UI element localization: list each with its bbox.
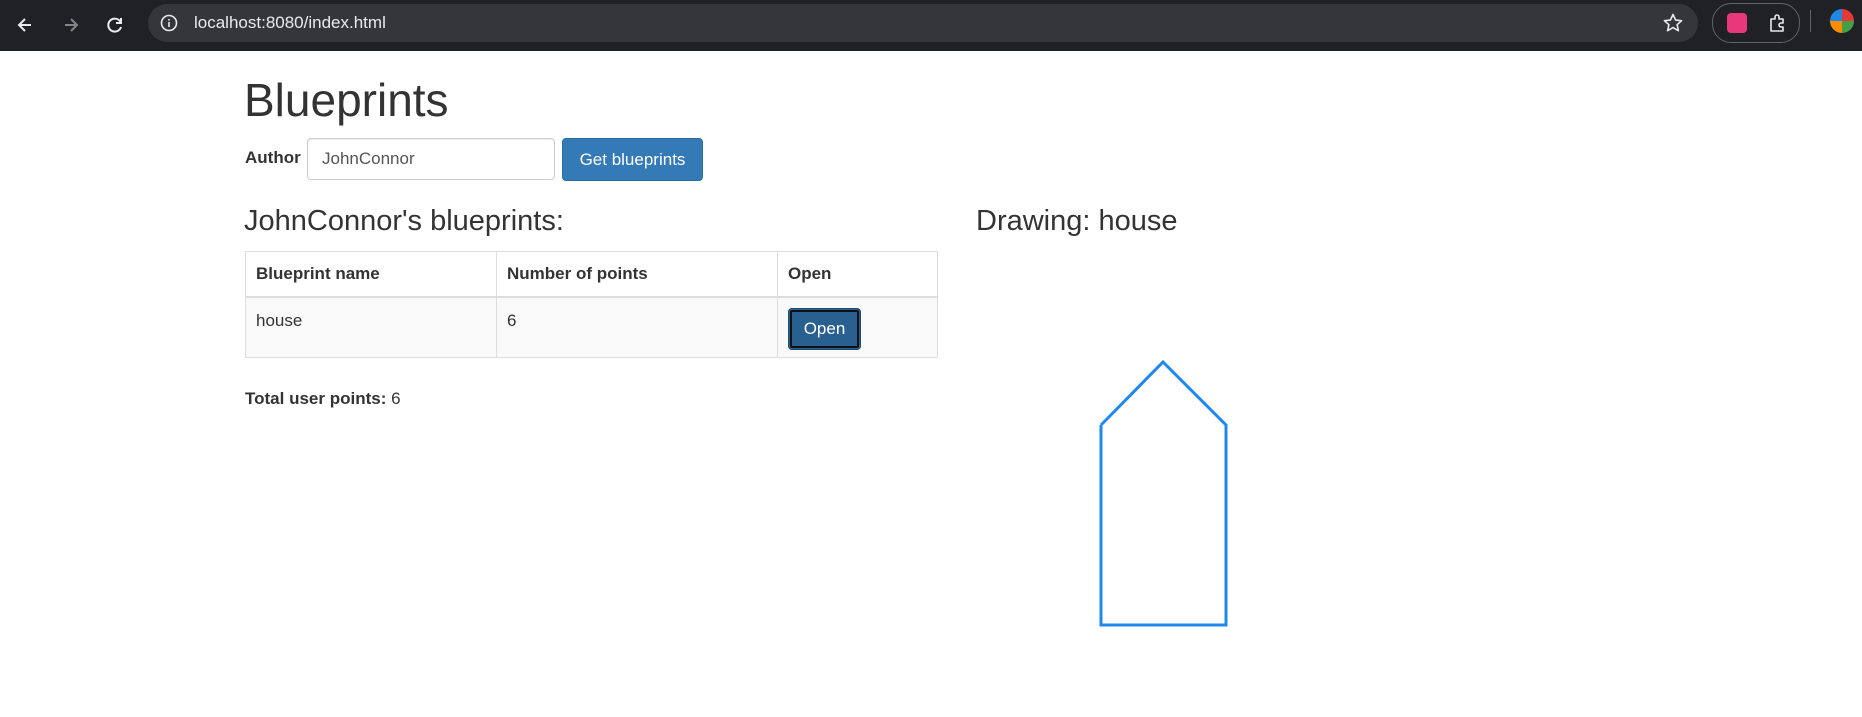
extensions-puzzle-icon[interactable] bbox=[1767, 12, 1789, 39]
address-bar[interactable]: localhost:8080/index.html bbox=[148, 4, 1698, 42]
translate-extension-icon[interactable] bbox=[1727, 13, 1747, 33]
column-header-points: Number of points bbox=[496, 251, 778, 298]
blueprint-canvas[interactable] bbox=[976, 255, 1556, 695]
back-arrow-icon[interactable] bbox=[8, 8, 42, 42]
column-header-name: Blueprint name bbox=[245, 251, 497, 298]
extensions-area bbox=[1712, 3, 1800, 43]
blueprint-points-cell: 6 bbox=[496, 296, 778, 358]
site-info-icon[interactable] bbox=[160, 14, 178, 37]
bookmark-star-icon[interactable] bbox=[1662, 12, 1684, 39]
house-drawing bbox=[1099, 359, 1228, 627]
browser-toolbar: localhost:8080/index.html bbox=[0, 0, 1862, 51]
profile-avatar-icon[interactable] bbox=[1830, 9, 1854, 33]
page-title: Blueprints bbox=[244, 74, 449, 126]
blueprint-name-cell: house bbox=[245, 296, 497, 358]
total-points: Total user points: 6 bbox=[245, 389, 401, 409]
get-blueprints-button[interactable]: Get blueprints bbox=[562, 138, 703, 181]
table-header-row: Blueprint name Number of points Open bbox=[245, 251, 938, 298]
total-points-value: 6 bbox=[391, 389, 401, 408]
blueprints-list-title: JohnConnor's blueprints: bbox=[244, 205, 564, 237]
reload-icon[interactable] bbox=[98, 8, 132, 42]
author-input[interactable] bbox=[307, 138, 555, 180]
drawing-title: Drawing: house bbox=[976, 205, 1178, 237]
open-cell: Open bbox=[777, 296, 938, 358]
open-blueprint-button[interactable]: Open bbox=[788, 308, 861, 350]
column-header-open: Open bbox=[777, 251, 938, 298]
table-row: house 6 Open bbox=[245, 296, 938, 358]
forward-arrow-icon[interactable] bbox=[54, 8, 88, 42]
toolbar-divider bbox=[1810, 10, 1811, 32]
total-points-label: Total user points: bbox=[245, 389, 387, 408]
url-text[interactable]: localhost:8080/index.html bbox=[194, 13, 386, 33]
author-label: Author bbox=[245, 148, 301, 167]
blueprints-table: Blueprint name Number of points Open hou… bbox=[245, 251, 938, 358]
